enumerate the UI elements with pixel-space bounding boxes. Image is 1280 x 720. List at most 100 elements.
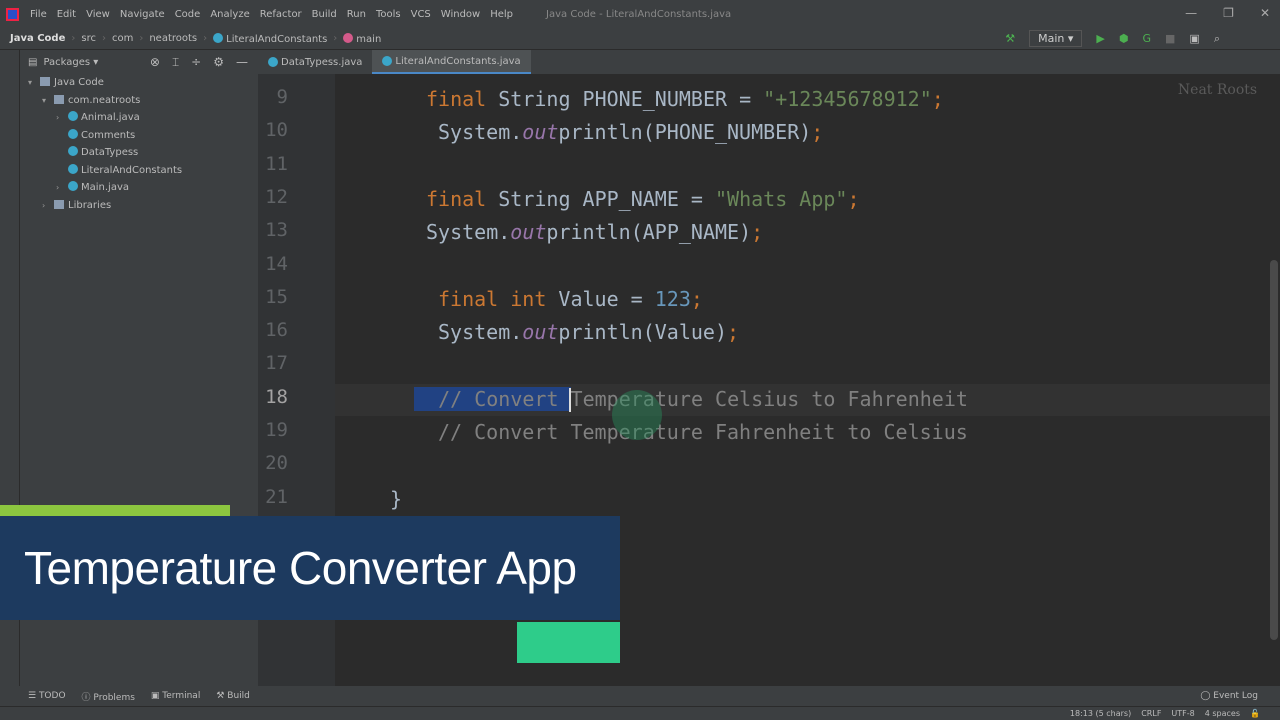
menu-tools[interactable]: Tools (376, 9, 401, 20)
line-number: 14 (265, 252, 288, 275)
line-number: 16 (265, 319, 288, 342)
editor-scrollbar[interactable] (1270, 260, 1278, 640)
code-token: // Convert Temperature Fahrenheit to Cel… (438, 420, 968, 444)
tree-item[interactable]: › Libraries (20, 197, 258, 215)
menu-navigate[interactable]: Navigate (120, 9, 165, 20)
title-banner: Temperature Converter App (0, 516, 620, 620)
code-token: ; (931, 87, 944, 111)
folder-icon: ▤ (28, 56, 38, 68)
tree-item[interactable]: LiteralAndConstants (20, 162, 258, 180)
chevron-icon[interactable]: › (56, 109, 68, 127)
tree-item[interactable]: › Main.java (20, 179, 258, 197)
line-separator[interactable]: CRLF (1141, 709, 1161, 718)
breadcrumb-method[interactable]: main (343, 32, 382, 45)
tree-item[interactable]: › Animal.java (20, 109, 258, 127)
code-line: // Convert Temperature Fahrenheit to Cel… (438, 420, 968, 444)
collapse-icon[interactable]: ⌶ (172, 55, 179, 70)
todo-button[interactable]: ☰ TODO (28, 691, 66, 701)
indent-setting[interactable]: 4 spaces (1205, 709, 1240, 718)
view-select[interactable]: Packages ▾ (43, 57, 98, 68)
chevron-icon[interactable]: › (56, 179, 68, 197)
folder-icon (54, 199, 64, 209)
run-config-select[interactable]: Main ▾ (1029, 30, 1083, 47)
problems-button[interactable]: ⓘ Problems (82, 690, 135, 703)
restore-icon[interactable]: ❐ (1223, 6, 1234, 20)
encoding[interactable]: UTF-8 (1171, 709, 1194, 718)
gear-icon[interactable]: ⚙ (213, 55, 224, 70)
tree-item[interactable]: DataTypess (20, 144, 258, 162)
code-token: System. (438, 120, 523, 145)
breadcrumb-project[interactable]: Java Code (10, 33, 65, 44)
code-token: println(PHONE_NUMBER) (558, 120, 812, 145)
code-token: ; (847, 186, 860, 211)
class-icon (268, 57, 278, 67)
menu-view[interactable]: View (86, 9, 110, 20)
breadcrumb-class[interactable]: LiteralAndConstants (213, 32, 327, 45)
tab-datatypess[interactable]: DataTypess.java (258, 50, 372, 74)
build-hammer-icon[interactable]: ⚒ (1005, 32, 1015, 45)
chevron-icon[interactable]: ▾ (42, 92, 54, 110)
tree-item-label: LiteralAndConstants (81, 164, 183, 176)
menu-file[interactable]: File (30, 9, 47, 20)
debug-icon[interactable]: ⬢ (1119, 32, 1129, 45)
breadcrumb-neatroots[interactable]: neatroots (149, 33, 197, 44)
code-token: out (522, 320, 559, 345)
code-token: "Whats App" (715, 186, 848, 211)
menu-build[interactable]: Build (312, 9, 337, 20)
menu-window[interactable]: Window (441, 9, 480, 20)
window-title: Java Code - LiteralAndConstants.java (546, 8, 732, 20)
menu-help[interactable]: Help (490, 9, 513, 20)
banner-title: Temperature Converter App (24, 542, 577, 594)
breadcrumb-src[interactable]: src (81, 33, 96, 44)
chevron-icon[interactable]: ▾ (28, 74, 40, 92)
caret-position[interactable]: 18:13 (5 chars) (1070, 709, 1131, 718)
tab-label: LiteralAndConstants.java (395, 55, 521, 67)
tree-item-label: Java Code (54, 77, 104, 88)
breadcrumb-com[interactable]: com (112, 33, 133, 44)
run-config-label: Main (1038, 32, 1065, 45)
run-icon[interactable]: ▶ (1096, 32, 1104, 45)
code-token: final int (438, 286, 559, 311)
tree-item[interactable]: Comments (20, 127, 258, 145)
menu-refactor[interactable]: Refactor (260, 9, 302, 20)
class-icon (68, 181, 78, 191)
code-token: Value = (558, 286, 655, 311)
tree-item-label: DataTypess (81, 147, 139, 158)
code-line: // Convert Temperature Celsius to Fahren… (414, 386, 968, 411)
code-token: out (522, 120, 559, 145)
line-number: 10 (265, 119, 288, 142)
menu-run[interactable]: Run (347, 9, 366, 20)
code-token: } (390, 486, 403, 511)
menu-edit[interactable]: Edit (57, 9, 76, 20)
tree-item[interactable]: ▾ com.neatroots (20, 92, 258, 110)
menu-vcs[interactable]: VCS (411, 9, 431, 20)
menu-code[interactable]: Code (175, 9, 201, 20)
expand-icon[interactable]: ÷ (191, 55, 201, 70)
folder-icon (54, 94, 64, 104)
code-token: ; (727, 320, 740, 345)
code-line: System.outprintln(PHONE_NUMBER); (438, 120, 823, 144)
menu-bar: File Edit View Navigate Code Analyze Refactor B… (0, 0, 1280, 28)
event-log-button[interactable]: ◯ Event Log (1200, 691, 1258, 701)
coverage-icon[interactable]: G (1142, 32, 1151, 45)
minimize-icon[interactable]: — (1185, 6, 1197, 20)
lock-icon[interactable]: 🔓 (1250, 709, 1260, 718)
terminal-button[interactable]: ▣ Terminal (151, 691, 200, 701)
tab-literalandconstants[interactable]: LiteralAndConstants.java (372, 50, 531, 74)
code-line: System.outprintln(Value); (438, 320, 739, 344)
code-line: final String APP_NAME = "Whats App"; (426, 187, 860, 211)
breadcrumb-method-label: main (356, 33, 382, 45)
code-token: final (426, 186, 499, 211)
line-number: 13 (265, 219, 288, 242)
event-log-label: Event Log (1213, 691, 1258, 701)
locate-icon[interactable]: ⊗ (150, 55, 160, 70)
chevron-icon[interactable]: › (42, 197, 54, 215)
line-number: 17 (265, 352, 288, 375)
menu-analyze[interactable]: Analyze (210, 9, 249, 20)
build-button[interactable]: ⚒ Build (216, 691, 250, 701)
tree-item-label: Comments (81, 129, 136, 141)
tree-item-label: com.neatroots (68, 94, 141, 106)
hide-icon[interactable]: — (236, 55, 248, 70)
close-icon[interactable]: ✕ (1260, 6, 1270, 20)
tree-item[interactable]: ▾ Java Code (20, 74, 258, 92)
